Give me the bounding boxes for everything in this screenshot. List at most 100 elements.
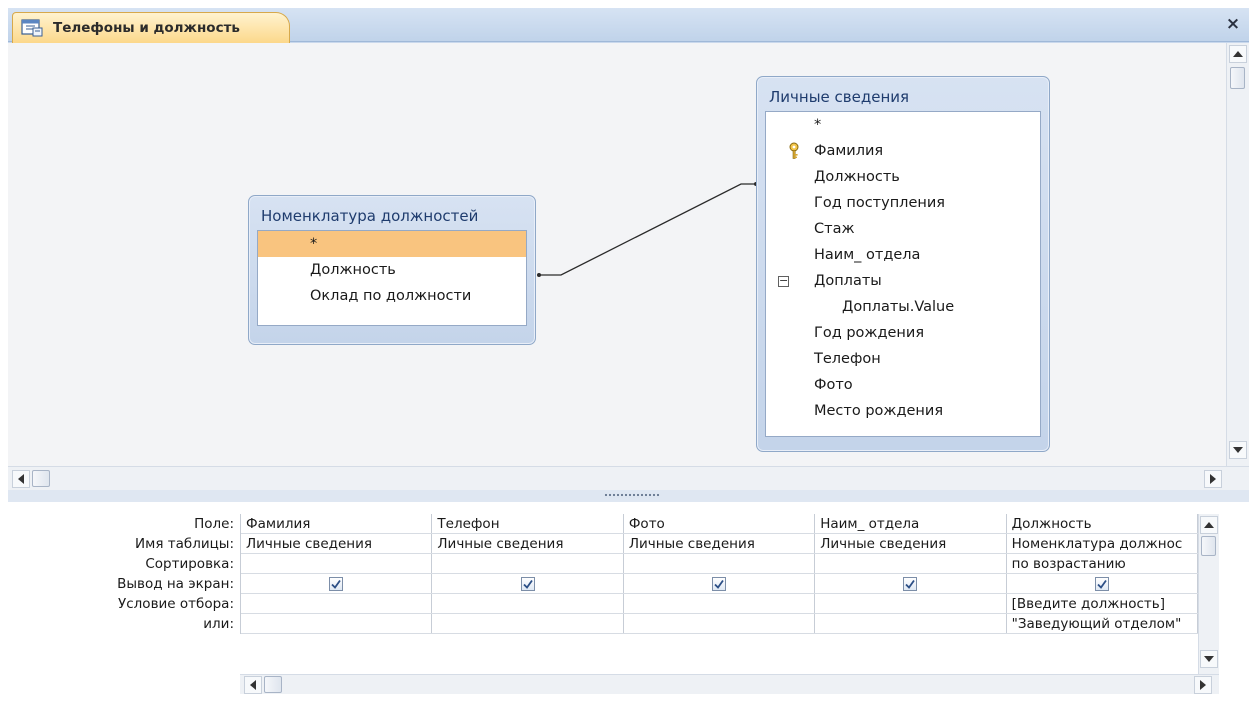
field-item-bonuses-value[interactable]: Доплаты.Value	[766, 294, 1040, 320]
checkmark-icon	[905, 579, 916, 589]
scroll-down-button[interactable]	[1200, 650, 1218, 668]
field-item-experience[interactable]: Стаж	[766, 216, 1040, 242]
document-tab-title: Телефоны и должность	[53, 20, 240, 36]
field-list-title[interactable]: Личные сведения	[765, 83, 1041, 111]
field-item-label: Фамилия	[814, 143, 884, 159]
field-item-phone[interactable]: Телефон	[766, 346, 1040, 372]
field-item-position[interactable]: Должность	[258, 257, 526, 283]
grid-cell-show	[624, 574, 816, 593]
show-checkbox[interactable]	[1094, 576, 1109, 591]
arrow-right-icon	[1210, 474, 1216, 484]
grid-cell-table[interactable]: Личные сведения	[624, 534, 816, 553]
field-item-photo[interactable]: Фото	[766, 372, 1040, 398]
grid-horizontal-scrollbar[interactable]	[240, 674, 1219, 694]
grid-vertical-scrollbar[interactable]	[1198, 514, 1219, 674]
splitter-grip-icon[interactable]	[604, 493, 660, 498]
field-list-title[interactable]: Номенклатура должностей	[257, 202, 527, 230]
grid-cell-criteria[interactable]: [Введите должность]	[1007, 594, 1199, 613]
arrow-up-icon	[1233, 51, 1243, 57]
show-checkbox[interactable]	[520, 576, 535, 591]
scroll-up-button[interactable]	[1229, 45, 1247, 63]
grid-cell-sort[interactable]: по возрастанию	[1007, 554, 1199, 573]
field-list-personal[interactable]: Личные сведения * Фамилия Должность Год …	[756, 76, 1050, 452]
grid-row-criteria: [Введите должность]	[241, 594, 1199, 614]
query-design-grid: Фамилия Телефон Фото Наим_ отдела Должно…	[240, 514, 1199, 634]
primary-key-icon	[789, 142, 799, 159]
scroll-right-button[interactable]	[1194, 676, 1212, 694]
grid-cell-or[interactable]	[815, 614, 1007, 633]
grid-row-labels: Поле: Имя таблицы: Сортировка: Вывод на …	[8, 514, 240, 634]
collapse-icon[interactable]: −	[778, 275, 789, 287]
checkmark-icon	[522, 579, 533, 589]
field-item-all[interactable]: *	[258, 231, 526, 257]
field-list-nomenclature[interactable]: Номенклатура должностей * Должность Окла…	[248, 195, 536, 345]
grid-cell-or[interactable]	[241, 614, 433, 633]
field-item-birth-year[interactable]: Год рождения	[766, 320, 1040, 346]
grid-cell-sort[interactable]	[241, 554, 433, 573]
scroll-up-button[interactable]	[1200, 516, 1218, 534]
grid-cell-sort[interactable]	[432, 554, 624, 573]
show-checkbox[interactable]	[903, 576, 918, 591]
grid-cell-or[interactable]	[432, 614, 624, 633]
pane-splitter[interactable]	[8, 490, 1249, 502]
field-item-position[interactable]: Должность	[766, 164, 1040, 190]
field-list-body: * Фамилия Должность Год поступления Стаж…	[765, 111, 1041, 437]
grid-cell-criteria[interactable]	[432, 594, 624, 613]
grid-cell-sort[interactable]	[624, 554, 816, 573]
field-item-department[interactable]: Наим_ отдела	[766, 242, 1040, 268]
grid-cell-table[interactable]: Номенклатура должнос	[1007, 534, 1199, 553]
row-label-table: Имя таблицы:	[135, 536, 234, 552]
scroll-left-button[interactable]	[12, 470, 30, 488]
grid-cell-field[interactable]: Наим_ отдела	[815, 514, 1007, 533]
row-label-sort: Сортировка:	[145, 556, 234, 572]
grid-cell-criteria[interactable]	[241, 594, 433, 613]
scroll-thumb[interactable]	[264, 676, 282, 693]
scroll-left-button[interactable]	[244, 676, 262, 694]
row-label-show: Вывод на экран:	[117, 576, 234, 592]
grid-row-sort: по возрастанию	[241, 554, 1199, 574]
grid-cell-table[interactable]: Личные сведения	[432, 534, 624, 553]
checkmark-icon	[331, 579, 341, 589]
table-pane: Номенклатура должностей * Должность Окла…	[8, 43, 1249, 490]
scroll-thumb[interactable]	[1201, 536, 1216, 556]
grid-cell-criteria[interactable]	[624, 594, 816, 613]
row-label-criteria: Условие отбора:	[118, 596, 234, 612]
field-item-surname[interactable]: Фамилия	[766, 138, 1040, 164]
grid-cell-field[interactable]: Должность	[1007, 514, 1199, 533]
grid-cell-or[interactable]	[624, 614, 816, 633]
field-item-bonuses[interactable]: − Доплаты	[766, 268, 1040, 294]
grid-cell-or[interactable]: "Заведующий отделом"	[1007, 614, 1199, 633]
document-tab[interactable]: Телефоны и должность	[12, 12, 290, 43]
table-pane-vertical-scrollbar[interactable]	[1226, 43, 1249, 466]
grid-row-show	[241, 574, 1199, 594]
grid-cell-criteria[interactable]	[815, 594, 1007, 613]
grid-cell-table[interactable]: Личные сведения	[815, 534, 1007, 553]
arrow-left-icon	[250, 680, 256, 690]
arrow-down-icon	[1233, 447, 1243, 453]
arrow-left-icon	[18, 474, 24, 484]
grid-cell-table[interactable]: Личные сведения	[241, 534, 433, 553]
scroll-thumb[interactable]	[1230, 67, 1245, 89]
scroll-thumb[interactable]	[32, 470, 50, 487]
scroll-right-button[interactable]	[1204, 470, 1222, 488]
grid-cell-field[interactable]: Фамилия	[241, 514, 433, 533]
query-design-grid-pane: Поле: Имя таблицы: Сортировка: Вывод на …	[8, 502, 1249, 702]
grid-cell-field[interactable]: Телефон	[432, 514, 624, 533]
query-design-window: Телефоны и должность × Номенклатура долж…	[8, 8, 1249, 702]
field-item-year-entry[interactable]: Год поступления	[766, 190, 1040, 216]
scroll-down-button[interactable]	[1229, 441, 1247, 459]
grid-cell-sort[interactable]	[815, 554, 1007, 573]
grid-cell-show	[1007, 574, 1199, 593]
field-item-salary[interactable]: Оклад по должности	[258, 283, 526, 309]
grid-cell-show	[815, 574, 1007, 593]
table-pane-horizontal-scrollbar[interactable]	[8, 466, 1249, 490]
grid-row-or: "Заведующий отделом"	[241, 614, 1199, 634]
show-checkbox[interactable]	[329, 576, 344, 591]
arrow-up-icon	[1204, 522, 1214, 528]
close-icon[interactable]: ×	[1223, 14, 1243, 34]
grid-cell-show	[432, 574, 624, 593]
show-checkbox[interactable]	[712, 576, 727, 591]
field-item-all[interactable]: *	[766, 112, 1040, 138]
grid-cell-field[interactable]: Фото	[624, 514, 816, 533]
field-item-birthplace[interactable]: Место рождения	[766, 398, 1040, 424]
